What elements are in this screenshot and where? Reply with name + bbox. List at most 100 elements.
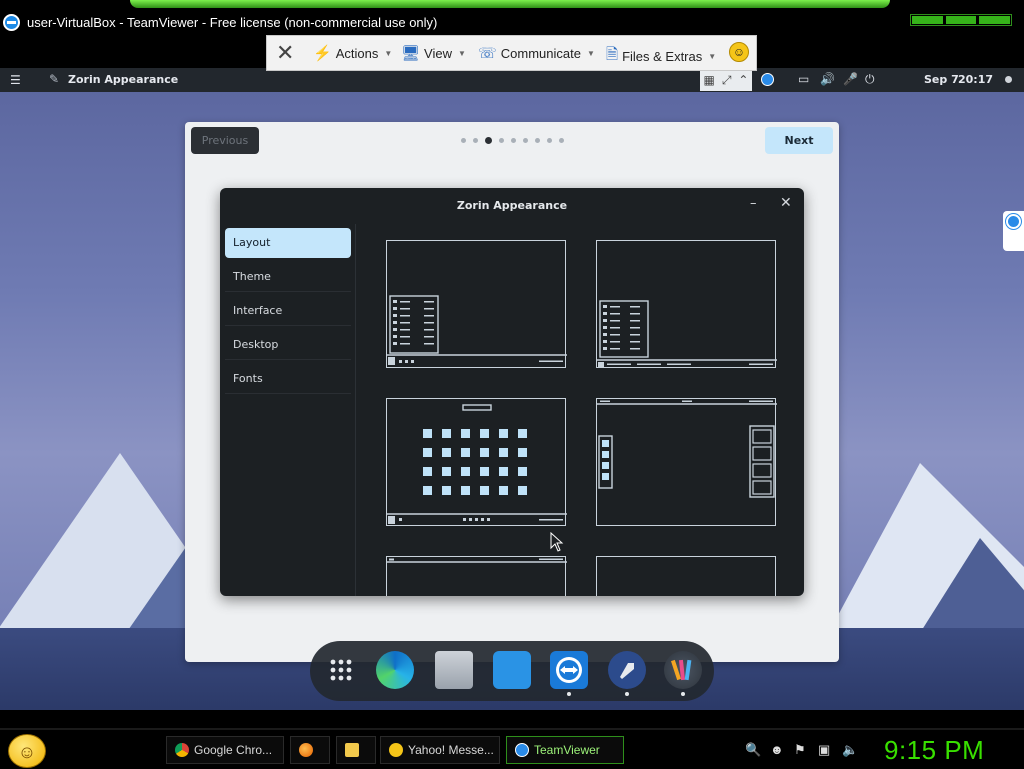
screen-icon[interactable]: ▭ bbox=[798, 72, 809, 86]
sidebar-item-interface[interactable]: Interface bbox=[225, 296, 351, 326]
page-indicator bbox=[461, 137, 564, 144]
caret-down-icon: ▼ bbox=[458, 48, 466, 58]
previous-button[interactable]: Previous bbox=[191, 127, 259, 154]
teamviewer-side-panel-tab[interactable] bbox=[1003, 211, 1024, 251]
close-button[interactable] bbox=[979, 16, 1011, 24]
sidebar-item-theme[interactable]: Theme bbox=[225, 262, 351, 292]
caret-down-icon: ▼ bbox=[586, 48, 595, 58]
teamviewer-icon[interactable] bbox=[550, 651, 588, 689]
layout-option-app-grid[interactable] bbox=[386, 398, 567, 526]
communicate-menu[interactable]: ☏ Communicate ▼ bbox=[478, 44, 595, 62]
actions-menu[interactable]: ⚡ Actions ▼ bbox=[313, 44, 392, 62]
taskbar-item-teamviewer[interactable]: TeamViewer bbox=[506, 736, 624, 764]
zorin-top-panel: ☰ ✎ Zorin Appearance ▦ ⤢ ⌃ ▭ 🔊 🎤 ⏻ Sep 7… bbox=[0, 68, 1024, 92]
start-button[interactable]: ☺ bbox=[8, 734, 46, 768]
taskbar-item-firefox[interactable] bbox=[290, 736, 330, 764]
grid-icon[interactable]: ▦ bbox=[703, 73, 714, 87]
page-dot[interactable] bbox=[547, 138, 552, 143]
network-icon[interactable]: ▣ bbox=[818, 742, 830, 758]
layout-preview-graphic bbox=[597, 300, 777, 367]
running-indicator bbox=[567, 692, 571, 696]
page-dot[interactable] bbox=[535, 138, 540, 143]
microphone-icon[interactable]: 🎤 bbox=[843, 72, 858, 86]
volume-icon[interactable]: 🔈 bbox=[842, 742, 858, 758]
page-dot[interactable] bbox=[523, 138, 528, 143]
page-dot[interactable] bbox=[485, 137, 492, 144]
view-label: View bbox=[424, 45, 452, 61]
lightning-icon: ⚡ bbox=[313, 45, 332, 62]
page-dot[interactable] bbox=[461, 138, 466, 143]
software-store-icon[interactable] bbox=[493, 651, 531, 689]
taskbar-item-chrome[interactable]: Google Chro... bbox=[166, 736, 284, 764]
page-dot[interactable] bbox=[559, 138, 564, 143]
phone-icon: ☏ bbox=[478, 45, 497, 62]
smiley-feedback-icon[interactable]: ☺ bbox=[729, 42, 749, 62]
maximize-button[interactable] bbox=[945, 16, 977, 24]
page-dot[interactable] bbox=[499, 138, 504, 143]
taskbar-item-yahoo-messenger[interactable]: Yahoo! Messe... bbox=[380, 736, 500, 764]
taskbar-clock[interactable]: 9:15 PM bbox=[884, 735, 984, 766]
panel-app-name[interactable]: Zorin Appearance bbox=[68, 73, 178, 86]
files-icon: 🗎 bbox=[606, 46, 619, 63]
caret-down-icon: ▼ bbox=[708, 52, 717, 61]
teamviewer-toolbar: ✕ ⚡ Actions ▼ 🖥 View ▼ ☏ Communicate ▼ 🗎… bbox=[266, 35, 757, 71]
layout-option-6[interactable] bbox=[596, 556, 776, 596]
panel-status-area: ▦ ⤢ ⌃ ▭ 🔊 🎤 ⏻ Sep 7 20:17 bbox=[700, 68, 1024, 92]
layout-option-classic[interactable] bbox=[596, 240, 777, 368]
monitor-icon: 🖥 bbox=[401, 45, 421, 62]
files-extras-label: Files & Extras bbox=[622, 49, 703, 64]
flag-icon[interactable]: ⚑ bbox=[794, 742, 806, 758]
notification-dot-icon[interactable] bbox=[1005, 76, 1012, 83]
panel-date[interactable]: Sep 7 bbox=[924, 73, 959, 86]
files-extras-menu[interactable]: 🗎 Files & Extras ▼ bbox=[606, 44, 716, 69]
power-icon[interactable]: ⏻ bbox=[865, 72, 875, 87]
layout-option-side-dock[interactable] bbox=[596, 398, 777, 526]
chevron-up-icon[interactable]: ⌃ bbox=[738, 73, 748, 87]
teamviewer-panel-controls[interactable]: ▦ ⤢ ⌃ bbox=[700, 69, 752, 91]
close-session-icon[interactable]: ✕ bbox=[276, 40, 294, 66]
minimize-button[interactable] bbox=[912, 16, 943, 24]
zorin-dock bbox=[310, 641, 714, 701]
teamviewer-icon bbox=[3, 14, 20, 31]
next-button[interactable]: Next bbox=[765, 127, 833, 154]
search-icon[interactable]: 🔍 bbox=[745, 742, 761, 758]
yahoo-messenger-icon bbox=[389, 743, 403, 757]
chrome-icon bbox=[175, 743, 189, 757]
minimize-icon[interactable]: – bbox=[750, 196, 757, 211]
window-controls[interactable] bbox=[910, 14, 1012, 26]
running-indicator bbox=[625, 692, 629, 696]
layout-preview-graphic bbox=[387, 295, 567, 365]
taskbar-item-folder[interactable] bbox=[336, 736, 376, 764]
teamviewer-tray-icon[interactable] bbox=[761, 73, 774, 86]
microsoft-edge-icon[interactable] bbox=[376, 651, 414, 689]
layout-preview-graphic bbox=[597, 400, 777, 498]
page-dot[interactable] bbox=[473, 138, 478, 143]
running-indicator bbox=[681, 692, 685, 696]
mouse-pointer-icon bbox=[550, 532, 564, 552]
layout-option-5[interactable] bbox=[386, 556, 567, 596]
layout-preview-graphic bbox=[387, 558, 567, 563]
appearance-window: Zorin Appearance – ✕ Layout Theme Interf… bbox=[220, 188, 804, 596]
firefox-icon bbox=[299, 743, 313, 757]
teamviewer-icon bbox=[515, 743, 529, 757]
view-menu[interactable]: 🖥 View ▼ bbox=[401, 44, 466, 62]
sidebar-item-desktop[interactable]: Desktop bbox=[225, 330, 351, 360]
window-title: Zorin Appearance bbox=[456, 199, 568, 212]
page-dot[interactable] bbox=[511, 138, 516, 143]
layout-option-windows[interactable] bbox=[386, 240, 567, 368]
zorin-menu-icon[interactable]: ☰ bbox=[10, 73, 21, 87]
volume-icon[interactable]: 🔊 bbox=[820, 72, 835, 86]
messenger-tray-icon[interactable]: ☻ bbox=[770, 742, 784, 757]
close-icon[interactable]: ✕ bbox=[780, 195, 792, 211]
taskbar-label: Yahoo! Messe... bbox=[408, 743, 494, 757]
app-grid-icon[interactable] bbox=[322, 651, 360, 689]
files-icon[interactable] bbox=[435, 651, 473, 689]
zorin-appearance-icon[interactable] bbox=[664, 651, 702, 689]
layout-preview-graphic bbox=[387, 404, 567, 524]
panel-time[interactable]: 20:17 bbox=[958, 73, 993, 86]
fullscreen-icon[interactable]: ⤢ bbox=[722, 73, 732, 88]
rocket-launcher-icon[interactable] bbox=[608, 651, 646, 689]
sidebar-item-layout[interactable]: Layout bbox=[225, 228, 351, 258]
sidebar-item-fonts[interactable]: Fonts bbox=[225, 364, 351, 394]
taskbar-label: TeamViewer bbox=[534, 743, 600, 757]
